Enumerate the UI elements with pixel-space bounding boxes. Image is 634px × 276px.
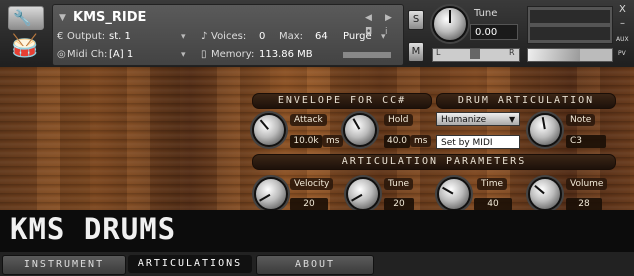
memory-value: 113.86 MB	[259, 49, 313, 60]
max-voices-value[interactable]: 64	[315, 31, 328, 42]
window-controls: X – AUX PV	[616, 4, 631, 64]
output-value[interactable]: st. 1	[109, 31, 131, 42]
output-icon: €	[57, 31, 64, 42]
drum-logo-icon: 🥁	[11, 34, 39, 59]
close-icon[interactable]: X	[619, 4, 626, 15]
meter-left	[530, 10, 610, 23]
time-label: Time	[477, 178, 508, 190]
hold-unit: ms	[410, 135, 432, 147]
output-label: Output:	[67, 31, 106, 42]
volume-slider[interactable]	[527, 48, 613, 62]
aux-button[interactable]: AUX	[616, 36, 629, 43]
volume-fill	[528, 49, 580, 61]
velocity-label: Velocity	[290, 178, 334, 190]
tab-about[interactable]: ABOUT	[256, 255, 374, 275]
voices-icon: ♪	[201, 31, 208, 42]
note-label: Note	[566, 114, 596, 126]
attack-unit: ms	[322, 135, 344, 147]
prev-instrument-icon[interactable]: ◀	[365, 13, 372, 23]
hold-label: Hold	[384, 114, 413, 126]
attack-knob[interactable]	[252, 113, 286, 147]
attack-value[interactable]: 10.0k	[290, 135, 322, 148]
articulation-parameters-section-header: ARTICULATION PARAMETERS	[252, 154, 616, 170]
memory-icon: ▯	[201, 49, 207, 60]
attack-label: Attack	[290, 114, 327, 126]
hold-knob[interactable]	[343, 113, 377, 147]
voices-label: Voices:	[211, 31, 247, 42]
memory-label: Memory:	[211, 49, 255, 60]
wrench-icon: 🔧	[13, 9, 32, 27]
minimize-icon[interactable]: –	[620, 18, 625, 29]
pan-right-label: R	[509, 48, 515, 57]
purge-dropdown-icon[interactable]: ▾	[381, 32, 386, 42]
pan-left-label: L	[436, 48, 441, 57]
note-value[interactable]: C3	[566, 135, 606, 148]
time-knob[interactable]	[437, 177, 471, 211]
instrument-info-panel: ▼ KMS_RIDE ◀ ▶ ◘ i € Output: st. 1 ▾ ♪ V…	[52, 4, 404, 66]
midi-channel-value[interactable]: [A] 1	[109, 49, 133, 60]
meter-right	[530, 27, 610, 40]
velocity-knob[interactable]	[254, 177, 288, 211]
articulation-mode-value: Humanize	[441, 115, 487, 125]
midi-label: Midi Ch:	[67, 49, 108, 60]
tab-articulations[interactable]: ARTICULATIONS	[128, 255, 252, 273]
articulation-mode-dropdown[interactable]: Humanize ▼	[436, 112, 520, 126]
mute-button[interactable]: M	[408, 42, 424, 62]
param-tune-label: Tune	[384, 178, 414, 190]
pan-slider[interactable]: L R	[432, 48, 520, 62]
note-knob[interactable]	[528, 113, 562, 147]
volume-knob[interactable]	[528, 177, 562, 211]
set-by-midi-button[interactable]: Set by MIDI	[436, 135, 520, 149]
chevron-down-icon: ▼	[509, 115, 516, 124]
voices-value: 0	[259, 31, 266, 42]
tune-knob[interactable]	[432, 6, 468, 42]
settings-button[interactable]: 🔧	[8, 6, 44, 30]
midi-dropdown-icon[interactable]: ▾	[181, 50, 186, 60]
midi-icon: ◎	[57, 49, 66, 60]
output-dropdown-icon[interactable]: ▾	[181, 32, 186, 42]
memory-meter	[343, 52, 391, 58]
next-instrument-icon[interactable]: ▶	[385, 13, 392, 23]
drum-articulation-section-header: DRUM ARTICULATION	[436, 93, 616, 109]
pv-button[interactable]: PV	[618, 50, 626, 57]
instrument-name[interactable]: KMS_RIDE	[73, 10, 146, 25]
tune-label: Tune	[474, 8, 498, 19]
pan-handle[interactable]	[470, 49, 480, 59]
param-tune-knob[interactable]	[346, 177, 380, 211]
tab-bar: INSTRUMENT ARTICULATIONS ABOUT	[0, 252, 634, 276]
solo-button[interactable]: S	[408, 10, 424, 30]
tune-value[interactable]: 0.00	[470, 24, 518, 40]
brand-title: KMS DRUMS	[10, 212, 177, 246]
collapse-triangle-icon[interactable]: ▼	[59, 13, 66, 23]
max-label: Max:	[279, 31, 304, 42]
volume-label: Volume	[566, 178, 608, 190]
instrument-header: 🔧 🥁 ▼ KMS_RIDE ◀ ▶ ◘ i € Output: st. 1 ▾…	[0, 0, 634, 67]
purge-menu[interactable]: Purge	[343, 31, 372, 42]
tab-instrument[interactable]: INSTRUMENT	[2, 255, 126, 275]
envelope-section-header: ENVELOPE FOR CC#	[252, 93, 432, 109]
hold-value[interactable]: 40.0	[384, 135, 410, 148]
level-meters	[527, 6, 613, 44]
